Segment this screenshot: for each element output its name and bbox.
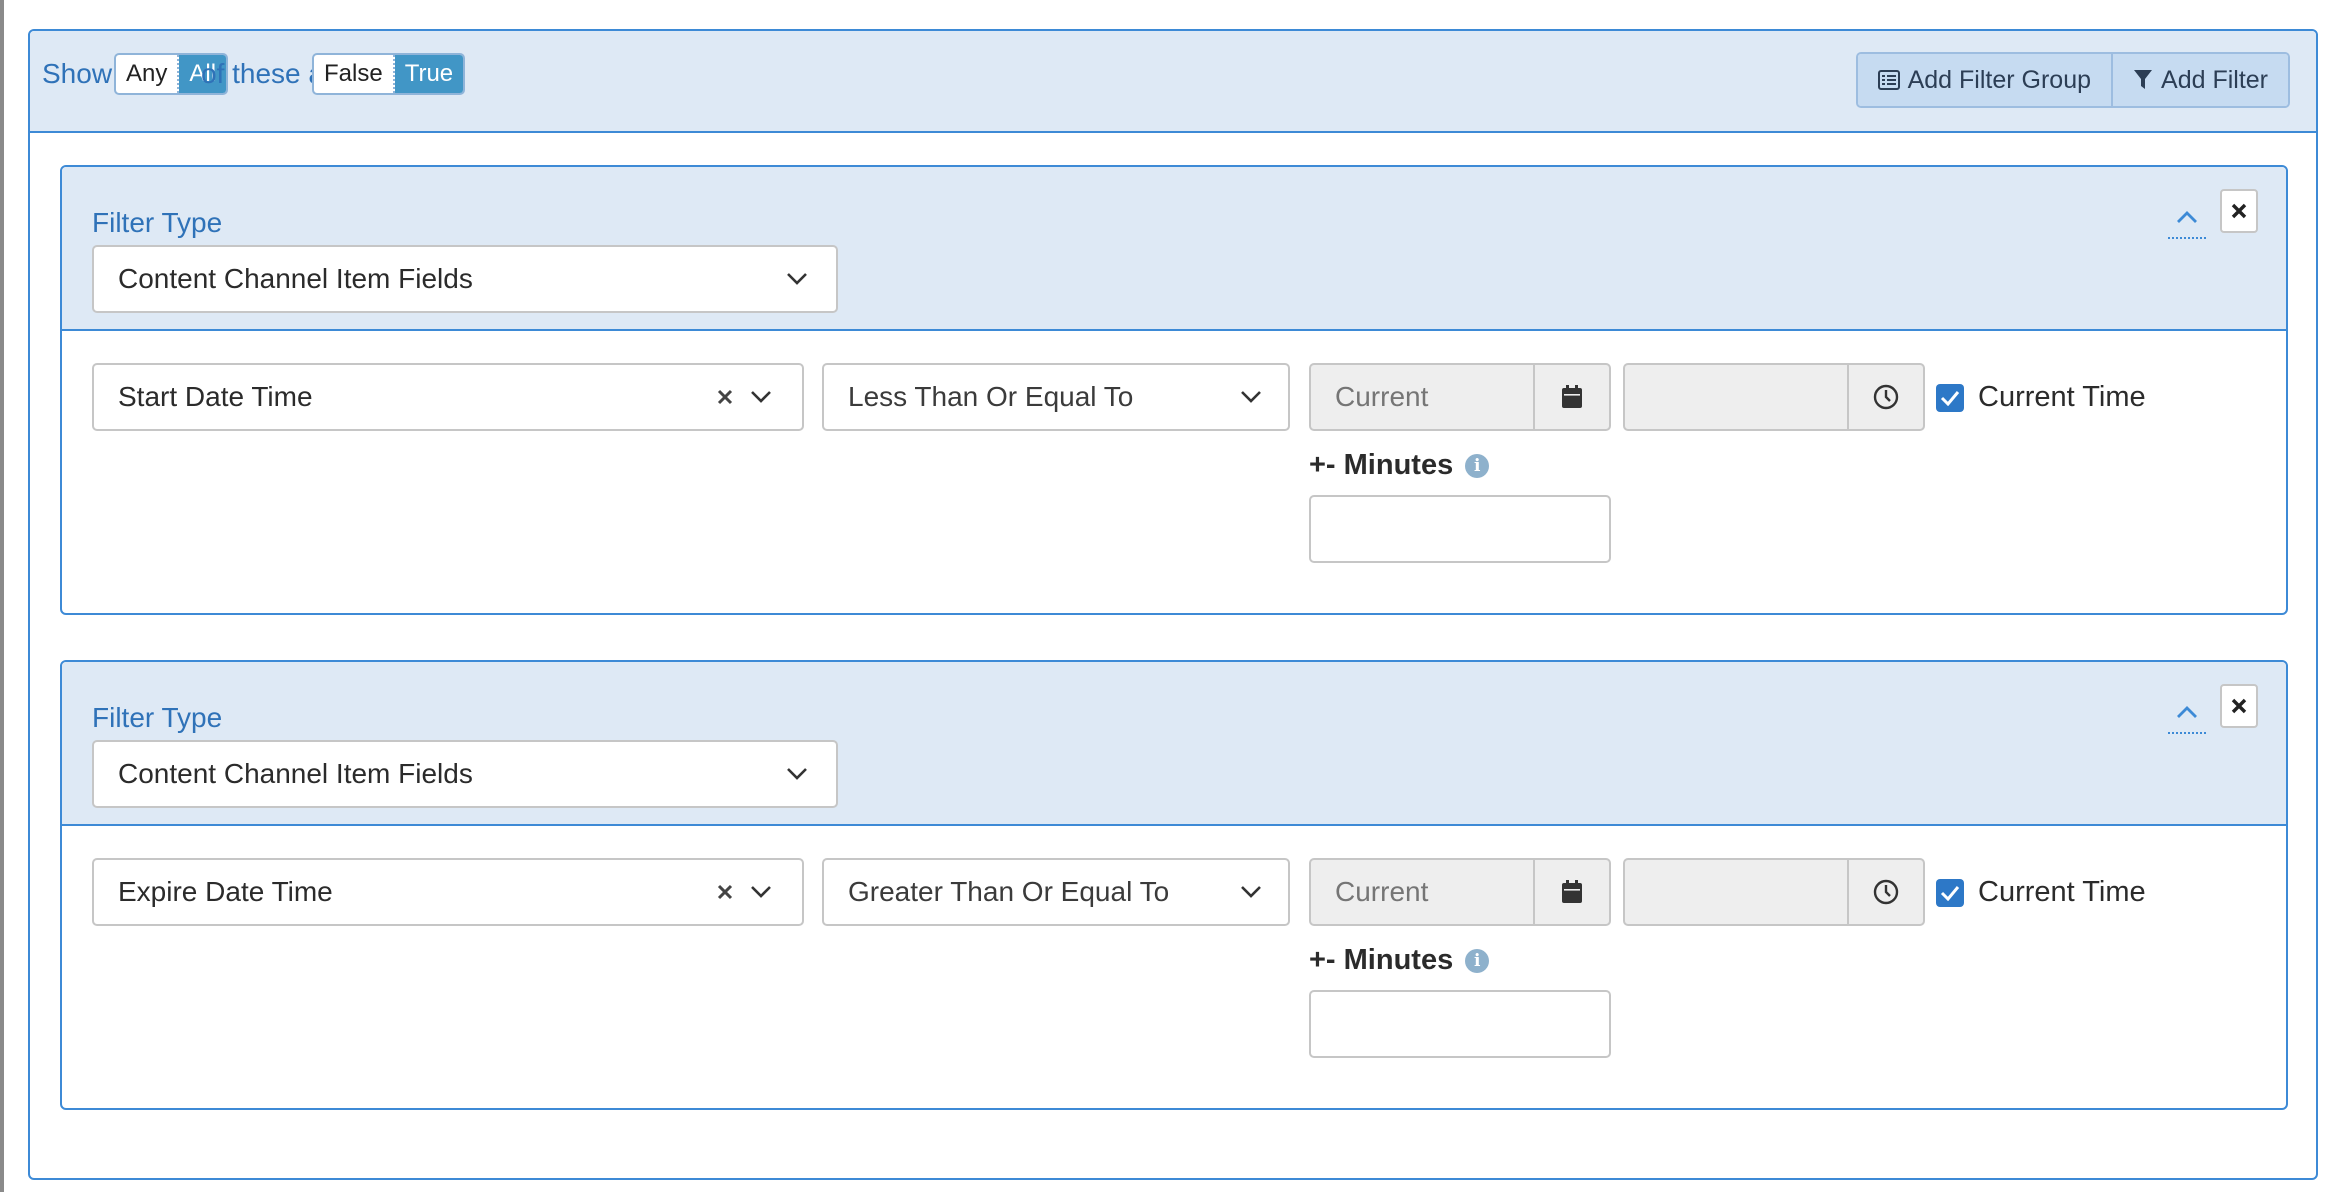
date-input-group: [1309, 363, 1611, 431]
filter-type-value: Content Channel Item Fields: [118, 758, 473, 789]
filter-type-select[interactable]: Content Channel Item Fields: [92, 245, 838, 313]
clock-icon: [1873, 384, 1899, 410]
chevron-down-icon: [1240, 390, 1262, 404]
calendar-icon: [1562, 385, 1582, 408]
clock-icon: [1873, 879, 1899, 905]
filter-group: Show if Any All of these are False True …: [28, 29, 2318, 1180]
info-icon[interactable]: i: [1465, 948, 1490, 973]
current-time-checkbox[interactable]: Current Time: [1936, 381, 2146, 414]
filter-type-label: Filter Type: [92, 702, 223, 733]
date-input-group: [1309, 858, 1611, 926]
comparison-select[interactable]: Greater Than Or Equal To: [822, 858, 1290, 926]
minutes-label-wrap: +- Minutes i: [1309, 944, 1490, 977]
false-true-toggle: False True: [312, 53, 466, 95]
current-time-label: Current Time: [1978, 876, 2146, 908]
filter-type-label: Filter Type: [92, 207, 223, 238]
add-filter-label: Add Filter: [2161, 65, 2268, 94]
any-toggle-option[interactable]: Any: [116, 55, 180, 93]
checkmark-icon: [1940, 390, 1960, 406]
comparison-select-value: Greater Than Or Equal To: [848, 876, 1170, 907]
clear-icon[interactable]: [716, 883, 734, 901]
time-input-group: [1623, 858, 1925, 926]
date-input[interactable]: [1311, 365, 1533, 429]
current-time-label: Current Time: [1978, 381, 2146, 413]
field-select[interactable]: Expire Date Time: [92, 858, 804, 926]
add-filter-button[interactable]: Add Filter: [2111, 54, 2288, 106]
chevron-down-icon: [750, 885, 772, 899]
filter-panel-header: Filter Type Content Channel Item Fields: [62, 167, 2286, 331]
add-filter-group-button[interactable]: Add Filter Group: [1857, 54, 2112, 106]
minutes-label: +- Minutes: [1309, 449, 1454, 481]
calendar-button[interactable]: [1533, 365, 1609, 429]
chevron-up-icon: [2177, 706, 2197, 718]
minutes-label-wrap: +- Minutes i: [1309, 449, 1490, 482]
filter-panel: Filter Type Content Channel Item Fields …: [60, 660, 2288, 1110]
field-select[interactable]: Start Date Time: [92, 363, 804, 431]
checkbox-checked[interactable]: [1936, 383, 1964, 412]
checkbox-checked[interactable]: [1936, 878, 1964, 907]
chevron-down-icon: [786, 272, 808, 286]
left-edge-border: [0, 0, 4, 1192]
true-toggle-option[interactable]: True: [394, 55, 464, 93]
filter-type-value: Content Channel Item Fields: [118, 263, 473, 294]
filter-actions: Add Filter Group Add Filter: [1855, 52, 2290, 108]
field-select-value: Expire Date Time: [118, 876, 333, 907]
filter-panel: Filter Type Content Channel Item Fields …: [60, 165, 2288, 615]
current-time-checkbox[interactable]: Current Time: [1936, 876, 2146, 909]
calendar-icon: [1562, 880, 1582, 903]
false-toggle-option[interactable]: False: [314, 55, 395, 93]
clock-button[interactable]: [1847, 860, 1923, 924]
time-input-group: [1623, 363, 1925, 431]
comparison-select-value: Less Than Or Equal To: [848, 381, 1134, 412]
calendar-button[interactable]: [1533, 860, 1609, 924]
date-input[interactable]: [1311, 860, 1533, 924]
filter-panel-header: Filter Type Content Channel Item Fields: [62, 662, 2286, 826]
remove-filter-button[interactable]: [2220, 189, 2258, 233]
collapse-button[interactable]: [2168, 692, 2206, 734]
time-input[interactable]: [1625, 365, 1847, 429]
minutes-input[interactable]: [1309, 990, 1611, 1058]
clear-icon[interactable]: [716, 388, 734, 406]
add-filter-group-label: Add Filter Group: [1907, 65, 2092, 94]
info-icon[interactable]: i: [1465, 453, 1490, 478]
minutes-input[interactable]: [1309, 495, 1611, 563]
checkmark-icon: [1940, 885, 1960, 901]
collapse-button[interactable]: [2168, 197, 2206, 239]
chevron-down-icon: [1240, 885, 1262, 899]
chevron-down-icon: [750, 390, 772, 404]
close-icon: [2231, 698, 2247, 714]
close-icon: [2231, 203, 2247, 219]
chevron-up-icon: [2177, 211, 2197, 223]
list-icon: [1877, 70, 1900, 90]
field-select-value: Start Date Time: [118, 381, 313, 412]
comparison-select[interactable]: Less Than Or Equal To: [822, 363, 1290, 431]
filter-group-header: Show if Any All of these are False True …: [30, 31, 2316, 133]
remove-filter-button[interactable]: [2220, 684, 2258, 728]
filter-icon: [2134, 70, 2153, 89]
chevron-down-icon: [786, 767, 808, 781]
time-input[interactable]: [1625, 860, 1847, 924]
clock-button[interactable]: [1847, 365, 1923, 429]
minutes-label: +- Minutes: [1309, 944, 1454, 976]
filter-type-select[interactable]: Content Channel Item Fields: [92, 740, 838, 808]
